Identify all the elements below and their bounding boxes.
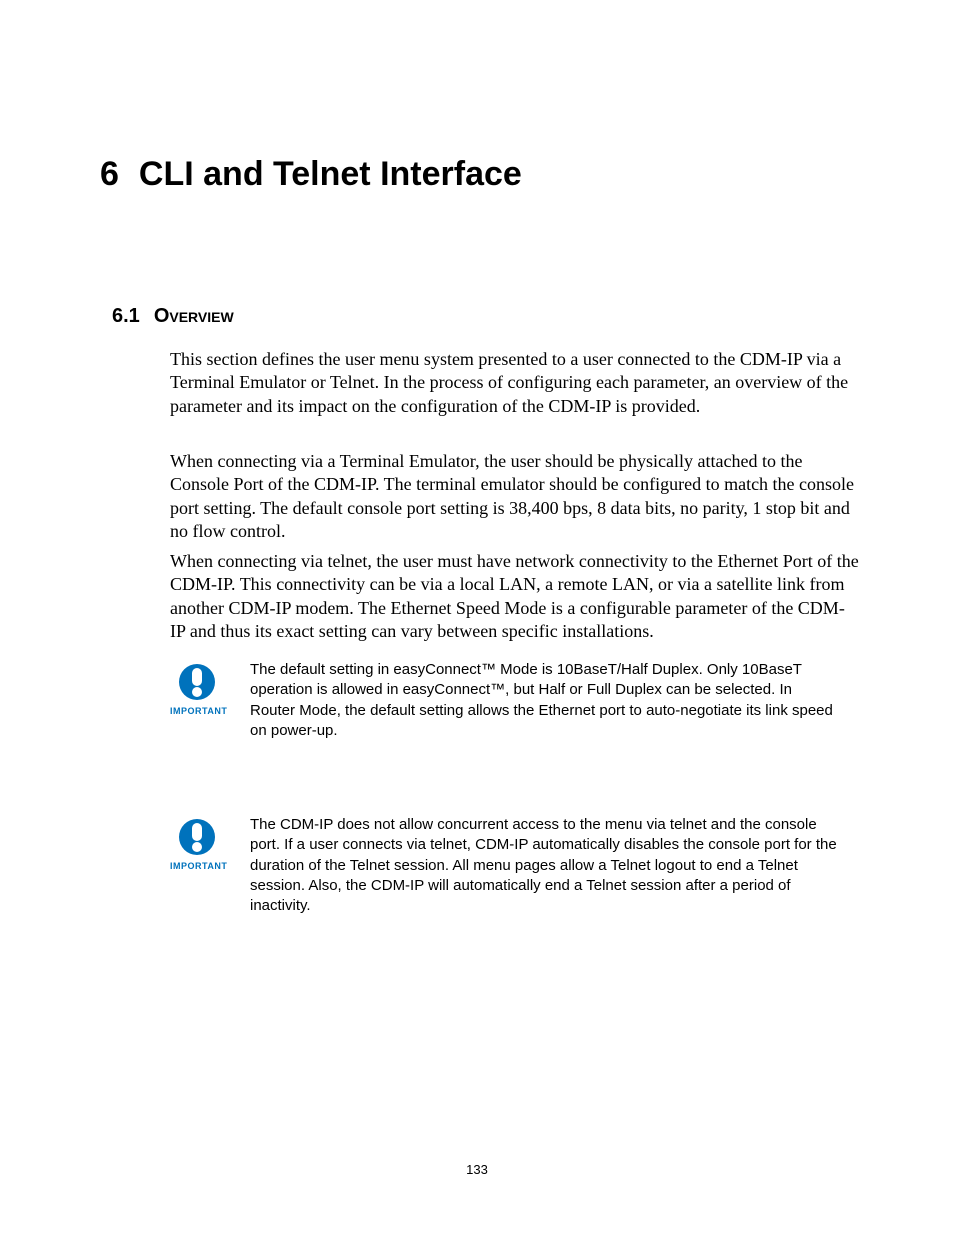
body-paragraph: When connecting via telnet, the user mus… <box>170 550 860 644</box>
important-label: IMPORTANT <box>170 706 224 716</box>
important-icon: IMPORTANT <box>170 660 224 716</box>
important-icon: IMPORTANT <box>170 815 224 871</box>
section-heading: 6.1 Overview <box>112 305 234 328</box>
chapter-heading: 6 CLI and Telnet Interface <box>100 155 522 194</box>
important-note: IMPORTANT The CDM-IP does not allow conc… <box>170 815 860 916</box>
chapter-number: 6 <box>100 155 119 194</box>
important-note: IMPORTANT The default setting in easyCon… <box>170 660 860 741</box>
body-paragraph: When connecting via a Terminal Emulator,… <box>170 450 860 544</box>
important-text: The CDM-IP does not allow concurrent acc… <box>250 815 840 916</box>
body-paragraph: This section defines the user menu syste… <box>170 348 860 418</box>
section-title: Overview <box>154 305 234 327</box>
section-number: 6.1 <box>112 305 140 327</box>
page-number: 133 <box>0 1162 954 1177</box>
document-page: 6 CLI and Telnet Interface 6.1 Overview Th… <box>0 0 954 1235</box>
important-label: IMPORTANT <box>170 861 224 871</box>
chapter-title: CLI and Telnet Interface <box>139 155 522 193</box>
important-text: The default setting in easyConnect™ Mode… <box>250 660 840 741</box>
